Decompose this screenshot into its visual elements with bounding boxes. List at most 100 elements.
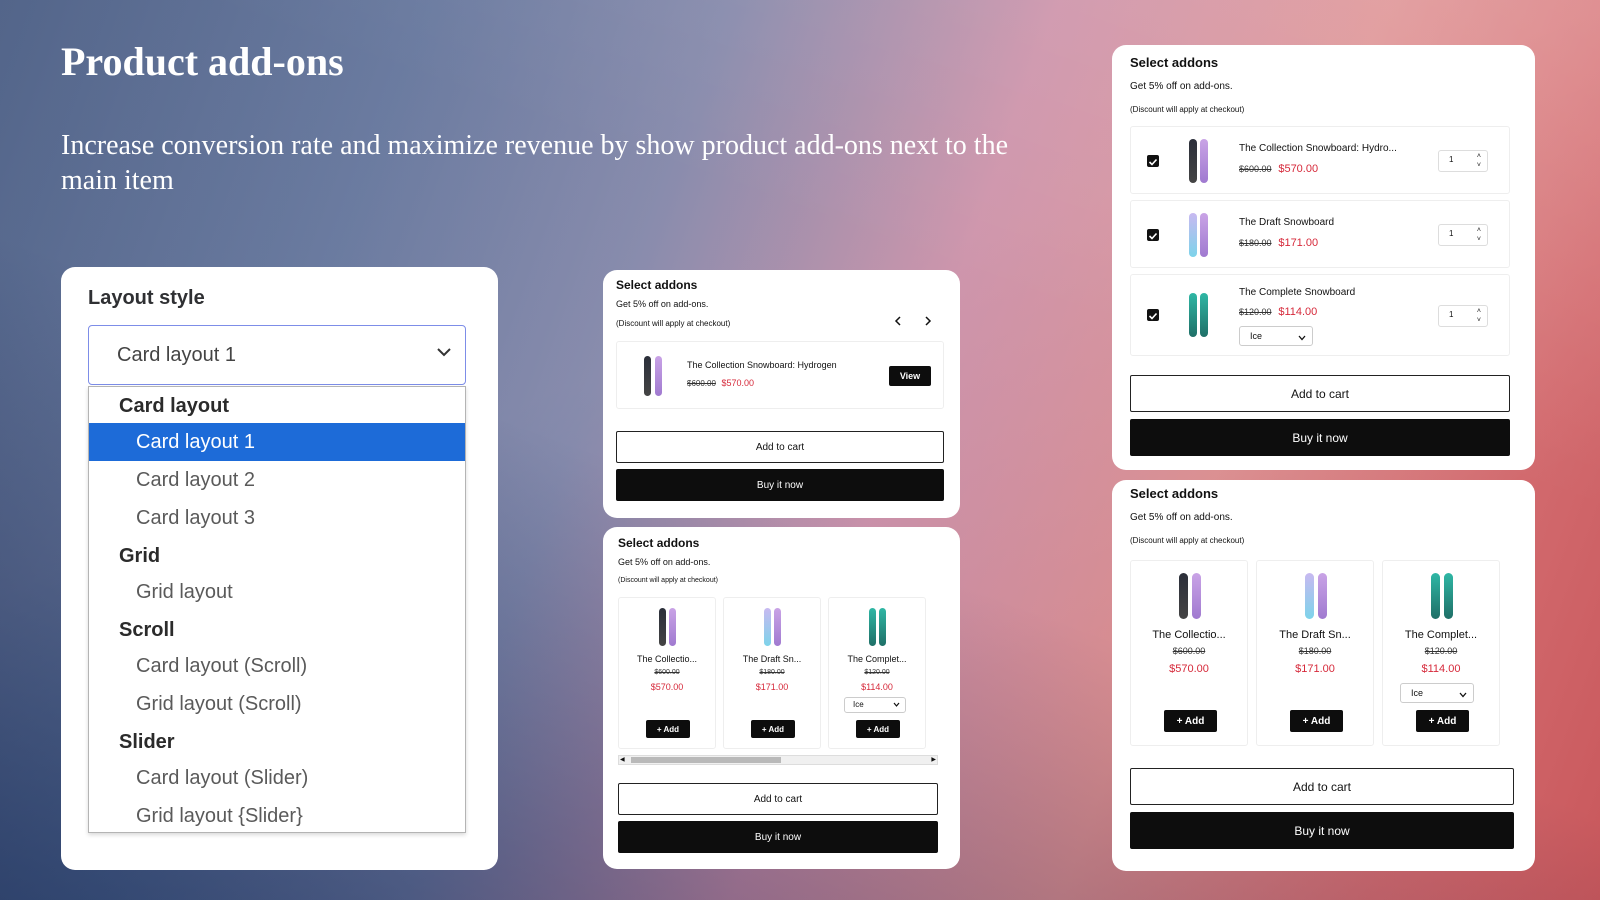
product-image-purple-board [655,356,662,396]
add-to-cart-button[interactable]: Add to cart [1130,375,1510,412]
product-image-purple-board [1200,139,1208,183]
dropdown-option-card-layout-1[interactable]: Card layout 1 [89,423,465,461]
variant-select[interactable]: Ice [1400,683,1474,703]
add-button[interactable]: + Add [1290,710,1343,732]
old-price: $120.00 [1239,307,1272,317]
variant-select[interactable]: Ice [844,697,906,713]
old-price: $120.00 [864,669,890,676]
chevron-right-icon[interactable] [923,314,933,332]
chevron-down-icon [1298,329,1306,347]
old-price: $600.00 [687,379,716,388]
product-name: The Collection Snowboard: Hydrogen [687,360,837,370]
sale-price: $171.00 [1295,663,1335,675]
sale-price: $114.00 [1278,306,1318,318]
product-name: The Collection Snowboard: Hydro... [1239,143,1397,154]
product-image-teal-board [1189,293,1197,337]
chevron-down-icon [437,344,451,362]
product-prices: $600.00 $570.00 [1239,163,1318,175]
product-card: The Collectio... $600.00 $570.00 + Add [1130,560,1248,746]
product-prices: $600.00 $570.00 [687,378,754,388]
product-name: The Collectio... [1152,629,1226,641]
product-name: The Complet... [847,654,907,664]
chevron-down-icon [1459,686,1467,704]
addon-widget-list: Select addons Get 5% off on add-ons. (Di… [1112,45,1535,470]
product-checkbox[interactable] [1147,155,1159,167]
dropdown-option-grid-layout-scroll[interactable]: Grid layout (Scroll) [89,685,465,723]
add-button[interactable]: + Add [646,720,690,738]
product-card: The Draft Sn... $180.00 $171.00 + Add [1256,560,1374,746]
stepper-arrows-icon[interactable]: ˄ ˅ [1477,226,1481,244]
product-image-teal-board [869,608,876,646]
chevron-left-icon[interactable] [893,314,903,332]
quantity-stepper[interactable]: 1 ˄ ˅ [1438,224,1488,246]
scrollbar-thumb[interactable] [631,757,781,763]
dropdown-group-grid: Grid [119,545,161,567]
stepper-arrows-icon[interactable]: ˄ ˅ [1477,152,1481,170]
old-price: $120.00 [1424,646,1458,656]
discount-line: Get 5% off on add-ons. [1130,81,1233,92]
widget-title: Select addons [1130,55,1219,70]
add-button[interactable]: + Add [856,720,900,738]
product-name: The Draft Sn... [742,654,802,664]
product-row: The Collection Snowboard: Hydro... $600.… [1130,126,1510,194]
add-to-cart-button[interactable]: Add to cart [1130,768,1514,805]
product-name: The Collectio... [636,654,698,664]
buy-now-button[interactable]: Buy it now [1130,812,1514,849]
product-card: The Complet... $120.00 $114.00 Ice + Add [828,597,926,749]
product-name: The Complet... [1404,629,1478,641]
add-button[interactable]: + Add [1416,710,1469,732]
chevron-down-icon [893,699,900,713]
dropdown-option-grid-layout[interactable]: Grid layout [89,573,465,611]
dropdown-option-grid-layout-slider[interactable]: Grid layout {Slider} [89,797,465,835]
buy-now-button[interactable]: Buy it now [616,469,944,501]
horizontal-scrollbar[interactable]: ◀ ▶ [618,755,938,765]
sale-price: $114.00 [861,682,893,692]
caret-right-icon[interactable]: ▶ [931,756,936,764]
layout-style-dropdown: Card layout Card layout 1 Card layout 2 … [88,386,466,833]
dropdown-option-card-layout-3[interactable]: Card layout 3 [89,499,465,537]
add-to-cart-button[interactable]: Add to cart [616,431,944,463]
product-card: The Complet... $120.00 $114.00 Ice + Add [1382,560,1500,746]
product-checkbox[interactable] [1147,309,1159,321]
product-image-black-board [644,356,651,396]
product-image-blue-board [1189,213,1197,257]
discount-note: (Discount will apply at checkout) [616,319,731,328]
quantity-stepper[interactable]: 1 ˄ ˅ [1438,150,1488,172]
product-image-black-board [1179,573,1188,619]
dropdown-group-slider: Slider [119,731,175,753]
view-button[interactable]: View [889,366,931,386]
product-image-teal-board [1444,573,1453,619]
product-image-black-board [659,608,666,646]
dropdown-option-card-layout-slider[interactable]: Card layout (Slider) [89,759,465,797]
product-image-purple-board [1192,573,1201,619]
old-price: $180.00 [1239,238,1272,248]
discount-line: Get 5% off on add-ons. [616,299,709,309]
product-prices: $180.00 $171.00 [1239,237,1318,249]
widget-title: Select addons [1130,486,1219,501]
stepper-arrows-icon[interactable]: ˄ ˅ [1477,307,1481,325]
add-button[interactable]: + Add [1164,710,1217,732]
quantity-stepper[interactable]: 1 ˄ ˅ [1438,305,1488,327]
add-to-cart-button[interactable]: Add to cart [618,783,938,815]
layout-style-selected-value: Card layout 1 [117,343,236,366]
buy-now-button[interactable]: Buy it now [618,821,938,853]
add-button[interactable]: + Add [751,720,795,738]
discount-line: Get 5% off on add-ons. [1130,512,1233,523]
dropdown-option-card-layout-scroll[interactable]: Card layout (Scroll) [89,647,465,685]
sale-price: $570.00 [1169,663,1209,675]
product-prices: $120.00 $114.00 [1239,306,1317,318]
widget-title: Select addons [618,536,700,550]
dropdown-group-scroll: Scroll [119,619,175,641]
dropdown-option-card-layout-2[interactable]: Card layout 2 [89,461,465,499]
discount-note: (Discount will apply at checkout) [1130,105,1245,114]
layout-style-select[interactable]: Card layout 1 [88,325,466,385]
product-checkbox[interactable] [1147,229,1159,241]
sale-price: $171.00 [1278,237,1319,249]
variant-select[interactable]: Ice [1239,326,1313,346]
caret-left-icon[interactable]: ◀ [620,756,625,764]
product-row: The Complete Snowboard $120.00 $114.00 I… [1130,274,1510,356]
buy-now-button[interactable]: Buy it now [1130,419,1510,456]
page-subtitle: Increase conversion rate and maximize re… [61,130,1008,196]
dropdown-group-card-layout: Card layout [119,395,230,417]
product-card: The Collectio... $600.00 $570.00 + Add [618,597,716,749]
